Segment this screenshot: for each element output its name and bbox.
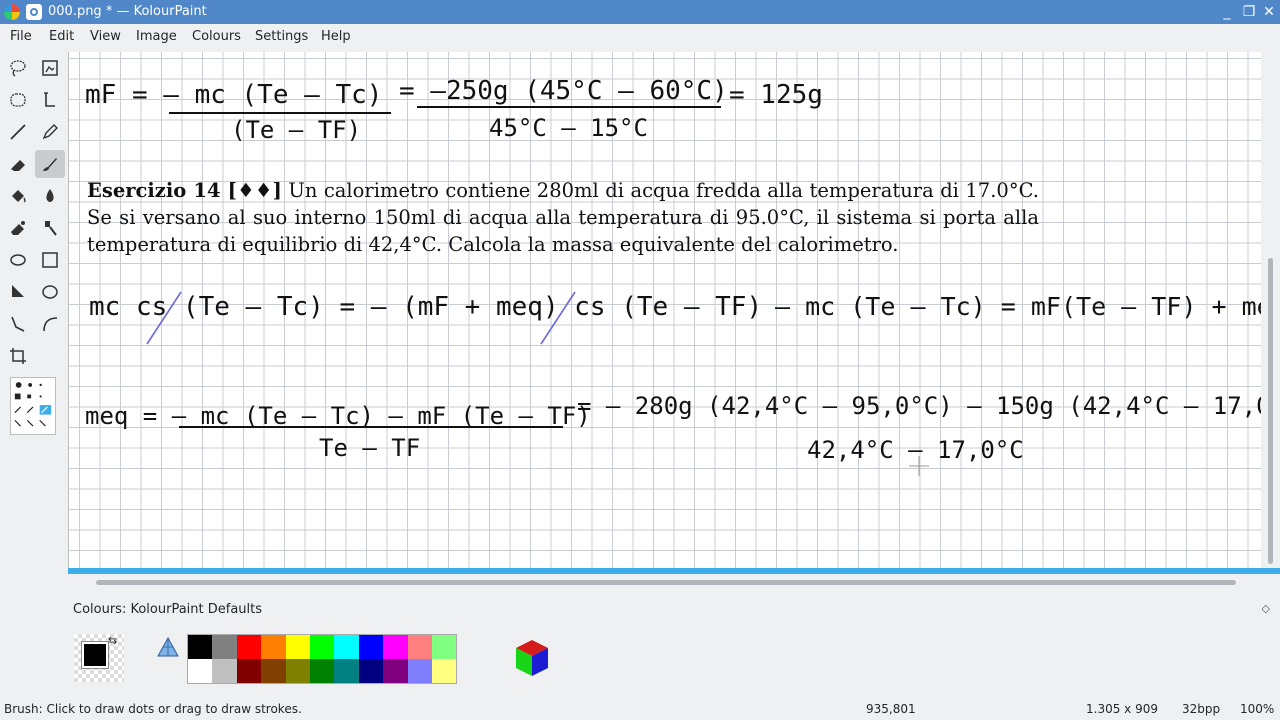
status-image-size: 1.305 x 909 xyxy=(1086,702,1158,716)
palette-swatch[interactable] xyxy=(309,635,335,659)
ellipse-select-icon[interactable] xyxy=(3,86,33,114)
status-color-depth: 32bpp xyxy=(1182,702,1221,716)
colour-palette xyxy=(187,634,458,684)
palette-swatch[interactable] xyxy=(358,659,384,683)
colours-panel: Colours: KolourPaint Defaults ◇ ⇆ xyxy=(68,598,1280,693)
exercise-label: Esercizio 14 [♦♦] xyxy=(87,179,282,202)
palette-swatch[interactable] xyxy=(407,659,432,683)
status-bar: Brush: Click to draw dots or drag to dra… xyxy=(0,698,1280,720)
palette-swatch[interactable] xyxy=(212,659,237,683)
exercise-text: Esercizio 14 [♦♦] Un calorimetro contien… xyxy=(87,177,1039,258)
palette-swatch[interactable] xyxy=(188,635,213,659)
palette-swatch[interactable] xyxy=(285,635,310,659)
brush-size-options[interactable] xyxy=(10,377,56,435)
palette-swatch[interactable] xyxy=(383,635,408,659)
float-panel-icon[interactable]: ◇ xyxy=(1262,602,1270,615)
palette-swatch[interactable] xyxy=(261,635,286,659)
window-pin-icon[interactable] xyxy=(26,4,42,20)
eq1-values-fraction-line xyxy=(417,106,721,108)
crosshair-cursor-icon xyxy=(909,456,929,476)
rectangle-icon[interactable] xyxy=(35,246,65,274)
palette-swatch[interactable] xyxy=(236,659,262,683)
eq1-numerator-values: = –250g (45°C – 60°C) xyxy=(399,76,728,106)
swap-colours-icon[interactable]: ⇆ xyxy=(108,634,117,647)
auto-crop-icon[interactable] xyxy=(35,54,65,82)
palette-swatch[interactable] xyxy=(188,659,213,683)
cancel-stroke-right xyxy=(540,291,576,345)
window-title: 000.png * — KolourPaint xyxy=(48,4,207,19)
menu-image[interactable]: Image xyxy=(136,29,177,44)
palette-swatch[interactable] xyxy=(236,635,262,659)
eq1-left: mF = – mc (Te – Tc) xyxy=(85,80,383,110)
curve-icon[interactable] xyxy=(35,310,65,338)
colour-similarity-cube-icon[interactable] xyxy=(512,638,552,678)
palette-swatch[interactable] xyxy=(212,635,237,659)
menu-bar: File Edit View Image Colours Settings He… xyxy=(0,24,1280,50)
color-eraser-icon[interactable] xyxy=(3,214,33,242)
palette-swatch[interactable] xyxy=(334,635,359,659)
ellipse-icon[interactable] xyxy=(3,246,33,274)
document-content: mF = – mc (Te – Tc) (Te – TF) = –250g (4… xyxy=(69,52,1261,568)
spraycan-icon[interactable] xyxy=(35,182,65,210)
text-icon[interactable] xyxy=(35,86,65,114)
foreground-background-selector[interactable]: ⇆ xyxy=(74,634,124,682)
resize-icon[interactable] xyxy=(3,342,33,370)
polygon-icon[interactable] xyxy=(3,278,33,306)
palette-swatch[interactable] xyxy=(383,659,408,683)
palette-swatch[interactable] xyxy=(334,659,359,683)
menu-edit[interactable]: Edit xyxy=(49,29,74,44)
minimize-button[interactable]: _ xyxy=(1218,3,1236,21)
eq3-numerator-values: = – 280g (42,4°C – 95,0°C) – 150g (42,4°… xyxy=(577,392,1261,420)
polyline-icon[interactable] xyxy=(3,310,33,338)
brush-icon[interactable] xyxy=(35,150,65,178)
palette-swatch[interactable] xyxy=(431,635,457,659)
rounded-ellipse-icon[interactable] xyxy=(35,278,65,306)
flood-fill-icon[interactable] xyxy=(3,182,33,210)
horizontal-scrollbar[interactable] xyxy=(68,574,1280,592)
horizontal-scrollbar-thumb[interactable] xyxy=(96,580,1236,585)
vertical-scrollbar-thumb[interactable] xyxy=(1268,258,1273,564)
menu-colours[interactable]: Colours xyxy=(192,29,241,44)
eq2-right: – mc (Te – Tc) = mF(Te – TF) + meq (Te –… xyxy=(775,292,1261,321)
palette-swatch[interactable] xyxy=(358,635,384,659)
tool-box xyxy=(0,52,68,572)
maximize-button[interactable]: ❐ xyxy=(1240,3,1258,21)
status-zoom[interactable]: 100% xyxy=(1240,702,1274,716)
eq3-fraction-line xyxy=(179,426,563,428)
lasso-select-icon[interactable] xyxy=(3,54,33,82)
title-bar: 000.png * — KolourPaint _ ❐ ✕ xyxy=(0,0,1280,24)
menu-file[interactable]: File xyxy=(10,29,32,44)
line-icon[interactable] xyxy=(3,118,33,146)
pen-icon[interactable] xyxy=(35,118,65,146)
eraser-icon[interactable] xyxy=(3,150,33,178)
palette-swatch[interactable] xyxy=(285,659,310,683)
vertical-scrollbar[interactable] xyxy=(1262,52,1280,568)
status-hint: Brush: Click to draw dots or drag to dra… xyxy=(4,702,302,716)
colours-panel-title: Colours: KolourPaint Defaults xyxy=(73,602,263,617)
foreground-colour[interactable] xyxy=(81,641,109,669)
eq1-result: = 125g xyxy=(729,80,823,110)
palette-swatch[interactable] xyxy=(407,635,432,659)
eq1-denominator: (Te – TF) xyxy=(231,116,362,144)
eq1-denominator-values: 45°C – 15°C xyxy=(489,114,648,142)
eq1-fraction-line xyxy=(169,112,391,114)
color-picker-icon[interactable] xyxy=(35,214,65,242)
close-button[interactable]: ✕ xyxy=(1260,3,1278,21)
transparent-colour-icon[interactable] xyxy=(156,636,180,660)
palette-swatch[interactable] xyxy=(431,659,457,683)
drawing-canvas[interactable]: mF = – mc (Te – Tc) (Te – TF) = –250g (4… xyxy=(68,52,1261,568)
menu-view[interactable]: View xyxy=(90,29,121,44)
eq2-left: mc cs (Te – Tc) = – (mF + meq) cs (Te – … xyxy=(89,292,763,322)
menu-settings[interactable]: Settings xyxy=(255,29,308,44)
menu-help[interactable]: Help xyxy=(321,29,351,44)
palette-swatch[interactable] xyxy=(261,659,286,683)
palette-swatch[interactable] xyxy=(309,659,335,683)
kolourpaint-app-icon[interactable] xyxy=(4,4,20,20)
status-coords: 935,801 xyxy=(866,702,916,716)
cancel-stroke-left xyxy=(146,291,182,345)
eq3-denominator: Te – TF xyxy=(319,434,421,462)
